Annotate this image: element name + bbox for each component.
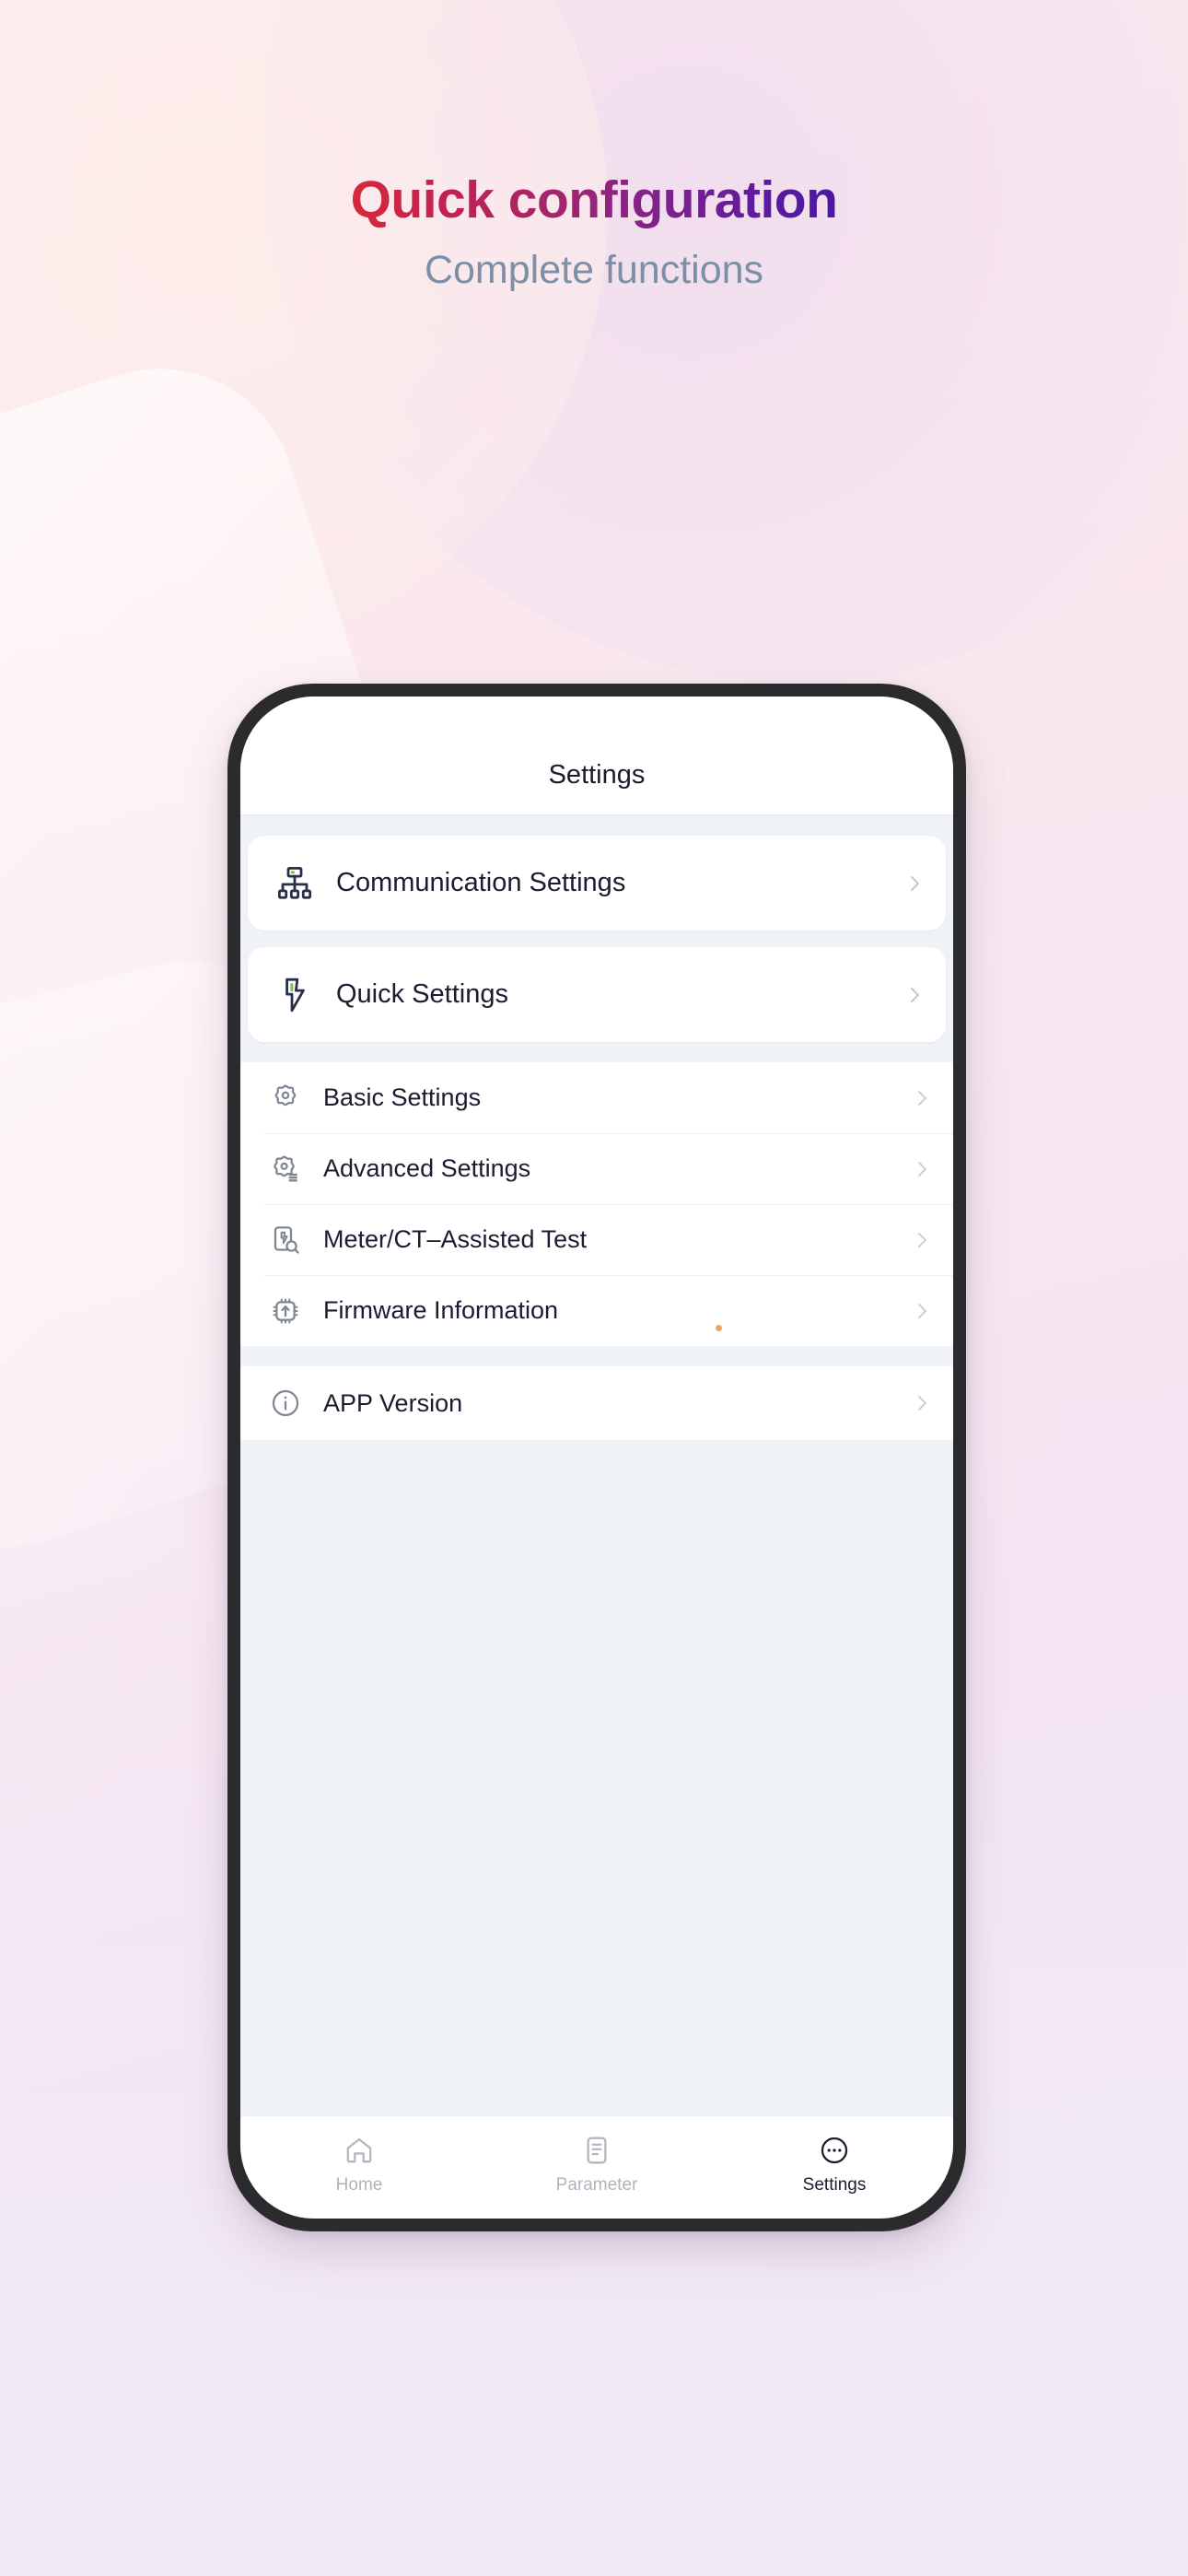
tab-label: Parameter bbox=[555, 2174, 638, 2195]
list-item-advanced-settings[interactable]: Advanced Settings bbox=[240, 1133, 953, 1204]
list-item-label: Quick Settings bbox=[336, 979, 508, 1009]
list-item-label: APP Version bbox=[323, 1388, 463, 1417]
list-item-label: Basic Settings bbox=[323, 1083, 482, 1111]
page-subtitle: Complete functions bbox=[424, 247, 764, 292]
phone-mockup: Settings Communication Settings Quick Se… bbox=[227, 684, 966, 2231]
tab-label: Home bbox=[335, 2174, 383, 2195]
list-item-label: Meter/CT–Assisted Test bbox=[323, 1225, 588, 1253]
home-icon bbox=[342, 2133, 377, 2168]
chevron-right-icon bbox=[911, 1392, 933, 1414]
list-item-label: Communication Settings bbox=[336, 868, 626, 897]
chevron-right-icon bbox=[911, 1087, 933, 1109]
network-tree-icon bbox=[272, 861, 318, 907]
settings-list: Communication Settings Quick Settings Ba… bbox=[240, 815, 953, 2115]
list-item-label: Advanced Settings bbox=[323, 1154, 531, 1182]
list-item-quick-settings[interactable]: Quick Settings bbox=[248, 947, 946, 1042]
gear-icon bbox=[264, 1077, 307, 1119]
info-circle-icon bbox=[264, 1382, 307, 1424]
list-item-communication-settings[interactable]: Communication Settings bbox=[248, 836, 946, 931]
gear-list-icon bbox=[264, 1148, 307, 1190]
tab-home[interactable]: Home bbox=[240, 2116, 478, 2211]
phone-screen: Settings Communication Settings Quick Se… bbox=[240, 697, 953, 2219]
document-lines-icon bbox=[579, 2133, 614, 2168]
chip-upload-icon bbox=[264, 1290, 307, 1332]
chevron-right-icon bbox=[911, 1229, 933, 1251]
list-empty-area bbox=[240, 1440, 953, 2115]
ellipsis-circle-icon bbox=[817, 2133, 852, 2168]
bottom-tab-bar: Home Parameter Settings bbox=[240, 2115, 953, 2219]
list-item-firmware-information[interactable]: Firmware Information bbox=[240, 1275, 953, 1346]
list-item-basic-settings[interactable]: Basic Settings bbox=[240, 1062, 953, 1133]
app-header-title: Settings bbox=[548, 760, 646, 790]
settings-group-about: APP Version bbox=[240, 1366, 953, 1440]
hero-text-block: Quick configuration Complete functions bbox=[0, 171, 1188, 293]
status-badge bbox=[716, 1325, 722, 1331]
chevron-right-icon bbox=[911, 1300, 933, 1322]
list-item-app-version[interactable]: APP Version bbox=[240, 1366, 953, 1440]
tab-settings[interactable]: Settings bbox=[716, 2116, 953, 2211]
settings-group-primary: Communication Settings Quick Settings bbox=[240, 815, 953, 1042]
tab-label: Settings bbox=[802, 2174, 867, 2195]
lightning-bolt-icon bbox=[272, 972, 318, 1018]
tab-parameter[interactable]: Parameter bbox=[478, 2116, 716, 2211]
page-title: Quick configuration bbox=[350, 170, 838, 229]
app-header: Settings bbox=[240, 697, 953, 815]
meter-search-icon bbox=[264, 1219, 307, 1261]
chevron-right-icon bbox=[903, 984, 926, 1006]
chevron-right-icon bbox=[911, 1158, 933, 1180]
chevron-right-icon bbox=[903, 872, 926, 895]
list-item-label: Firmware Information bbox=[323, 1296, 559, 1324]
list-item-meter-ct-assisted-test[interactable]: Meter/CT–Assisted Test bbox=[240, 1204, 953, 1275]
settings-group-secondary: Basic Settings Advanced Settings Meter/C… bbox=[240, 1062, 953, 1346]
